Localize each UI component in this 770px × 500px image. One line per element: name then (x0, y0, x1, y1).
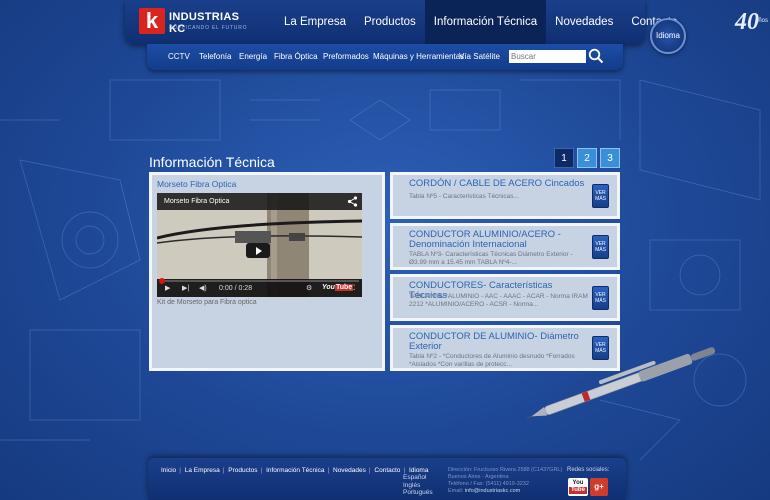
footer-link-idioma[interactable]: Idioma (409, 467, 429, 474)
email-line: Email: info@industriaskc.com (448, 488, 562, 495)
footer-separator: | (179, 467, 181, 474)
category-cctv[interactable]: CCTV (168, 44, 190, 70)
language-portugues[interactable]: Portugués (403, 489, 433, 497)
article-description: TABLA Nº1- *ALUMINIO - AAC - AAAC - ACAR… (409, 293, 588, 308)
footer-separator: | (368, 467, 371, 474)
main-nav-informacion-tecnica[interactable]: Información Técnica (424, 0, 547, 44)
main-nav-productos[interactable]: Productos (355, 0, 425, 44)
article-description: Tabla Nº5 - Caracteristicas Técnicas... (409, 193, 519, 200)
category-telefonia[interactable]: Telefonía (199, 44, 231, 70)
language-button[interactable]: Idioma (650, 18, 686, 54)
category-fibra-optica[interactable]: Fibra Óptica (274, 44, 318, 70)
page-3-button[interactable]: 3 (600, 148, 620, 168)
page-2-button[interactable]: 2 (577, 148, 597, 168)
footer-link-la-empresa[interactable]: La Empresa (185, 467, 220, 474)
address-line: Teléfono / Fax: (5411) 4919-3232 (448, 481, 529, 487)
category-energia[interactable]: Energía (239, 44, 267, 70)
pen-illustration (526, 347, 716, 419)
main-nav-novedades[interactable]: Novedades (546, 0, 622, 44)
logo-mark: k (139, 8, 165, 34)
category-via-satelite[interactable]: Vía Satélite (459, 44, 500, 70)
article-description: TABLA Nº3- Características Técnicas Diám… (409, 251, 573, 266)
youtube-logo[interactable]: YouTube (322, 284, 354, 291)
footer-link-inicio[interactable]: Inicio (161, 467, 176, 474)
brand-name: INDUSTRIAS KC (169, 11, 240, 35)
footer-separator: | (260, 467, 263, 474)
main-nav: La Empresa Productos Información Técnica… (275, 0, 686, 44)
video-title-bar: Morseto Fibra Optica (157, 193, 362, 210)
video-controls: ▶ ▶| ◀) 0:00 / 0:28 ⚙ YouTube ⛶ (157, 278, 362, 297)
page-1-button[interactable]: 1 (554, 148, 574, 168)
youtube-icon[interactable]: You Tube (568, 478, 588, 496)
search-icon[interactable] (588, 48, 604, 64)
ver-mas-button[interactable]: VER MÁS (592, 235, 609, 259)
skip-icon[interactable]: ▶| (182, 284, 189, 294)
language-ingles[interactable]: Inglés (403, 482, 433, 490)
footer-address: Dirección: Fructuoso Rivera 2588 (C1437G… (448, 467, 562, 495)
footer-link-novedades[interactable]: Novedades (333, 467, 366, 474)
ver-mas-button[interactable]: VER MÁS (592, 184, 609, 208)
play-button[interactable] (246, 243, 270, 258)
address-line: Dirección: Fructuoso Rivera 2588 (C1437G… (448, 467, 563, 473)
search-input[interactable] (509, 50, 586, 63)
featured-video-panel: Morseto Fibra Optica Morseto Fibra Optic… (149, 172, 385, 371)
footer-separator: | (222, 467, 225, 474)
google-plus-icon[interactable]: g+ (590, 478, 608, 496)
anniversary-badge: 40 años (735, 8, 770, 40)
video-caption: Kit de Morseto para Fibra optica (157, 299, 257, 306)
footer-link-productos[interactable]: Productos (228, 467, 257, 474)
email-label: Email: (448, 488, 464, 494)
video-title: Morseto Fibra Optica (164, 198, 230, 205)
category-preformados[interactable]: Preformados (323, 44, 369, 70)
share-icon[interactable] (347, 196, 358, 207)
footer-separator: | (327, 467, 330, 474)
social-title: Redes sociales: (567, 467, 610, 473)
site-footer: Inicio | La Empresa | Productos | Informaci… (148, 458, 626, 500)
footer-separator: | (403, 467, 406, 474)
settings-icon[interactable]: ⚙ (306, 284, 312, 294)
article-title[interactable]: CORDÓN / CABLE DE ACERO Cincados (409, 179, 589, 189)
play-icon[interactable]: ▶ (165, 284, 170, 294)
article-card[interactable]: CORDÓN / CABLE DE ACERO Cincados Tabla N… (390, 172, 620, 219)
volume-icon[interactable]: ◀) (199, 284, 207, 294)
article-title[interactable]: CONDUCTOR ALUMINIO/ACERO - Denominación … (409, 230, 589, 250)
address-line: Buenos Aires - Argentina (448, 474, 509, 480)
footer-nav: Inicio | La Empresa | Productos | Informaci… (161, 467, 430, 474)
article-card[interactable]: CONDUCTOR ALUMINIO/ACERO - Denominación … (390, 223, 620, 270)
footer-link-informacion-tecnica[interactable]: Información Técnica (266, 467, 324, 474)
footer-languages: Español Inglés Portugués (403, 474, 433, 497)
language-espanol[interactable]: Español (403, 474, 433, 482)
anniversary-text: años (755, 18, 769, 24)
video-player[interactable]: Morseto Fibra Optica ▶ ▶| ◀) 0:00 / 0:28… (157, 193, 362, 297)
video-panel-title[interactable]: Morseto Fibra Optica (157, 179, 236, 189)
footer-link-contacto[interactable]: Contacto (374, 467, 400, 474)
site-header: k INDUSTRIAS KC DUPLICANDO EL FUTURO La … (125, 0, 768, 44)
brand-tagline: DUPLICANDO EL FUTURO (169, 25, 248, 31)
page-title: Información Técnica (149, 154, 275, 170)
category-maquinas-herramientas[interactable]: Máquinas y Herramientas (373, 44, 464, 70)
ver-mas-button[interactable]: VER MÁS (592, 286, 609, 310)
brand-logo[interactable]: k INDUSTRIAS KC DUPLICANDO EL FUTURO (139, 8, 259, 36)
fullscreen-icon[interactable]: ⛶ (350, 284, 355, 294)
article-card[interactable]: CONDUCTORES- Características Técnicas TA… (390, 274, 620, 321)
email-link[interactable]: info@industriaskc.com (465, 488, 520, 494)
category-nav: CCTV Telefonía Energía Fibra Óptica Pref… (147, 44, 623, 70)
video-time: 0:00 / 0:28 (219, 285, 253, 292)
main-nav-la-empresa[interactable]: La Empresa (275, 0, 355, 44)
pagination: 1 2 3 (554, 148, 620, 168)
video-progress-bar[interactable] (159, 278, 359, 284)
